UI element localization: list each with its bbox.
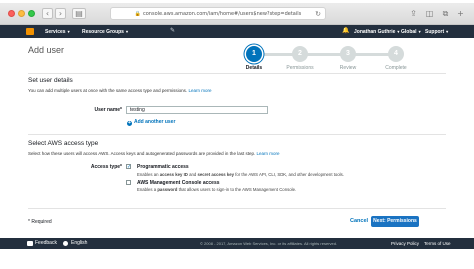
chevron-down-icon: ▾	[125, 29, 128, 34]
new-tab-icon[interactable]: +	[455, 8, 466, 19]
programmatic-access-checkbox[interactable]: ✓	[126, 164, 131, 170]
feedback-link[interactable]: Feedback	[35, 238, 57, 249]
wizard-step-details: 1	[246, 46, 262, 62]
pin-icon[interactable]: ✎	[170, 28, 176, 35]
feedback-icon	[27, 241, 33, 246]
wizard-step-label-permissions: Permissions	[286, 65, 314, 71]
wizard-step-review: 3	[340, 46, 356, 62]
access-type-description: Select how these users will access AWS. …	[28, 151, 280, 156]
language-selector[interactable]: English	[71, 238, 87, 249]
divider	[28, 73, 446, 74]
copyright-text: © 2008 - 2017, Amazon Web Services, Inc.…	[200, 241, 338, 246]
resource-groups-menu[interactable]: Resource Groups ▾	[82, 25, 128, 39]
share-icon[interactable]: ⇪	[408, 8, 419, 19]
minimize-window-button[interactable]	[18, 10, 25, 17]
programmatic-access-description: Enables an access key ID and secret acce…	[137, 172, 344, 177]
console-access-description: Enables a password that allows users to …	[137, 187, 297, 192]
chevron-down-icon: ▾	[418, 29, 421, 34]
chevron-down-icon: ▾	[446, 29, 449, 34]
wizard-step-permissions: 2	[292, 46, 308, 62]
url-text: console.aws.amazon.com/iam/home#/users$n…	[142, 11, 302, 17]
wizard-step-complete: 4	[388, 46, 404, 62]
privacy-policy-link[interactable]: Privacy Policy	[391, 238, 419, 249]
extension-icon[interactable]: ◫	[424, 8, 435, 19]
aws-top-nav: Services ▾ Resource Groups ▾ ✎ 🔔 Jonathan …	[0, 25, 474, 38]
divider	[28, 134, 446, 135]
reload-icon[interactable]: ↻	[315, 8, 321, 20]
bell-icon[interactable]: 🔔	[342, 28, 349, 35]
region-menu[interactable]: Global ▾	[401, 25, 421, 39]
chevron-down-icon: ▾	[397, 29, 400, 34]
wizard-step-label-details: Details	[245, 65, 263, 71]
next-permissions-button[interactable]: Next: Permissions	[371, 216, 419, 227]
required-note: * Required	[28, 219, 52, 225]
sidebar-toggle-button[interactable]: ▤	[72, 8, 86, 19]
tabs-icon[interactable]: ⧉	[440, 8, 451, 19]
support-menu[interactable]: Support ▾	[425, 25, 448, 39]
services-menu[interactable]: Services ▾	[45, 25, 70, 39]
console-footer: Feedback English © 2008 - 2017, Amazon W…	[0, 238, 474, 249]
console-access-title: AWS Management Console access	[137, 180, 220, 186]
aws-logo-icon[interactable]	[26, 28, 34, 35]
learn-more-link[interactable]: Learn more	[256, 151, 279, 156]
globe-icon	[63, 241, 68, 246]
wizard-step-label-review: Review	[339, 65, 357, 71]
page-title: Add user	[28, 45, 65, 55]
terms-of-use-link[interactable]: Terms of Use	[424, 238, 451, 249]
forward-button[interactable]: ›	[55, 8, 66, 19]
wizard-progress-line	[254, 53, 396, 56]
user-name-label: User name*	[94, 107, 122, 113]
cancel-button[interactable]: Cancel	[350, 216, 368, 227]
console-access-checkbox[interactable]	[126, 180, 131, 185]
back-button[interactable]: ‹	[42, 8, 53, 19]
user-name-input[interactable]: testing	[126, 106, 268, 114]
wizard-step-label-complete: Complete	[385, 65, 407, 71]
access-type-heading: Select AWS access type	[28, 140, 99, 147]
lock-icon: 🔒	[134, 11, 141, 17]
account-menu[interactable]: Jonathan Guthrie ▾	[354, 25, 399, 39]
learn-more-link[interactable]: Learn more	[188, 88, 211, 93]
zoom-window-button[interactable]	[28, 10, 35, 17]
browser-window: ‹ › ▤ 🔒 console.aws.amazon.com/iam/home#/…	[0, 3, 474, 263]
address-bar[interactable]: 🔒 console.aws.amazon.com/iam/home#/users$…	[110, 7, 326, 20]
browser-toolbar: ‹ › ▤ 🔒 console.aws.amazon.com/iam/home#/…	[0, 3, 474, 25]
close-window-button[interactable]	[8, 10, 15, 17]
programmatic-access-title: Programmatic access	[137, 164, 189, 170]
access-type-label: Access type*	[90, 164, 122, 170]
user-details-description: You can add multiple users at once with …	[28, 88, 212, 93]
add-circle-icon: +	[127, 119, 132, 126]
divider	[28, 208, 446, 209]
chevron-down-icon: ▾	[67, 29, 70, 34]
add-another-user-link[interactable]: + Add another user	[127, 119, 175, 126]
user-details-heading: Set user details	[28, 77, 73, 84]
